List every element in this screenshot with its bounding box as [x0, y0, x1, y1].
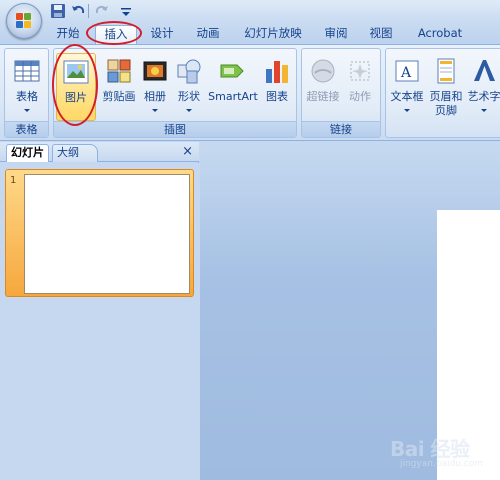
textbox-icon: A	[395, 60, 419, 82]
action-button[interactable]: 动作	[342, 53, 378, 121]
header-footer-button-label: 页眉和 页脚	[426, 90, 466, 118]
group-links: 超链接 动作 链接	[301, 48, 381, 138]
table-button[interactable]: 表格	[7, 53, 47, 121]
undo-icon[interactable]	[70, 3, 86, 19]
header-footer-icon	[437, 58, 455, 84]
photo-album-button[interactable]: 相册	[138, 53, 172, 121]
tab-outline[interactable]: 大纲	[52, 144, 98, 162]
save-icon[interactable]	[50, 3, 66, 19]
clipart-button-label: 剪贴画	[102, 90, 136, 103]
chart-button[interactable]: 图表	[260, 53, 294, 121]
shapes-button-label: 形状	[178, 90, 200, 103]
watermark-url: jingyan.baidu.com	[400, 459, 484, 469]
qat-separator	[88, 4, 89, 18]
ribbon-tabs: 开始 插入 设计 动画 幻灯片放映 审阅 视图 Acrobat	[0, 22, 500, 44]
group-tables: 表格 表格	[4, 48, 49, 138]
chevron-down-icon	[24, 109, 30, 112]
group-tables-label: 表格	[5, 121, 48, 137]
title-bar	[0, 0, 500, 22]
textbox-button-label: 文本框	[390, 90, 424, 103]
hyperlink-button[interactable]: 超链接	[304, 53, 342, 121]
tab-design[interactable]: 设计	[144, 25, 180, 44]
tab-slides[interactable]: 幻灯片	[6, 144, 49, 162]
photo-album-icon	[143, 61, 167, 81]
slide-thumbnail-selected[interactable]: 1	[5, 169, 194, 297]
office-logo-icon	[16, 13, 33, 30]
wordart-button[interactable]: 艺术字	[466, 53, 500, 121]
tab-acrobat[interactable]: Acrobat	[410, 25, 470, 44]
chevron-down-icon	[404, 109, 410, 112]
shapes-icon	[177, 59, 201, 84]
picture-button-label: 图片	[65, 91, 87, 104]
smartart-button-label: SmartArt	[208, 90, 258, 103]
slides-list: 1	[0, 163, 199, 480]
hyperlink-icon	[311, 59, 335, 83]
smartart-button[interactable]: SmartArt	[207, 53, 259, 121]
action-icon	[350, 61, 370, 81]
slides-pane: 幻灯片 大纲 × 1	[0, 142, 199, 480]
clipart-button[interactable]: 剪贴画	[98, 53, 140, 121]
tab-animations[interactable]: 动画	[190, 25, 226, 44]
group-illustrations: 图片 剪贴画 相册 形状 SmartArt 图表 插图	[53, 48, 297, 138]
chevron-down-icon	[481, 109, 487, 112]
photo-album-button-label: 相册	[144, 90, 166, 103]
table-button-label: 表格	[16, 90, 38, 103]
baidu-watermark: Bai 经验 jingyan.baidu.com	[382, 427, 497, 477]
wordart-button-label: 艺术字	[467, 90, 500, 103]
chevron-down-icon	[186, 109, 192, 112]
header-footer-label-line2: 页脚	[435, 104, 457, 117]
chart-icon	[266, 61, 288, 83]
group-links-label: 链接	[302, 121, 380, 137]
hyperlink-button-label: 超链接	[306, 90, 340, 103]
picture-button[interactable]: 图片	[56, 53, 96, 121]
watermark-text: Bai 经验	[390, 437, 470, 461]
shapes-button[interactable]: 形状	[172, 53, 206, 121]
close-icon[interactable]: ×	[182, 144, 193, 159]
pane-tabs: 幻灯片 大纲 ×	[0, 142, 199, 162]
header-footer-label-line1: 页眉和	[429, 90, 463, 103]
chart-button-label: 图表	[266, 90, 288, 103]
tab-view[interactable]: 视图	[363, 25, 399, 44]
table-icon	[14, 60, 40, 82]
chevron-down-icon	[152, 109, 158, 112]
tab-review[interactable]: 审阅	[318, 25, 354, 44]
svg-text:A: A	[400, 65, 412, 81]
group-text: A 文本框 页眉和 页脚 艺术字	[385, 48, 500, 138]
clipart-icon	[107, 59, 131, 83]
tab-slideshow[interactable]: 幻灯片放映	[240, 25, 306, 44]
wordart-icon	[474, 60, 495, 81]
group-illustrations-label: 插图	[54, 121, 296, 137]
slide-editor-area: Bai 经验 jingyan.baidu.com	[200, 142, 500, 480]
ribbon: 表格 表格 图片 剪贴画 相册 形状 SmartArt 图表 插图 超链接 动作…	[0, 44, 500, 141]
tab-home[interactable]: 开始	[50, 25, 86, 44]
textbox-button[interactable]: A 文本框	[388, 53, 426, 121]
slide-number: 1	[10, 175, 17, 186]
slide-thumbnail[interactable]	[24, 174, 190, 294]
tab-insert[interactable]: 插入	[95, 25, 137, 44]
office-button[interactable]	[6, 3, 42, 39]
customize-icon[interactable]	[118, 3, 134, 19]
smartart-icon	[220, 64, 244, 78]
action-button-label: 动作	[349, 90, 371, 103]
picture-icon	[63, 60, 89, 84]
header-footer-button[interactable]: 页眉和 页脚	[426, 53, 466, 121]
redo-icon[interactable]	[94, 3, 110, 19]
